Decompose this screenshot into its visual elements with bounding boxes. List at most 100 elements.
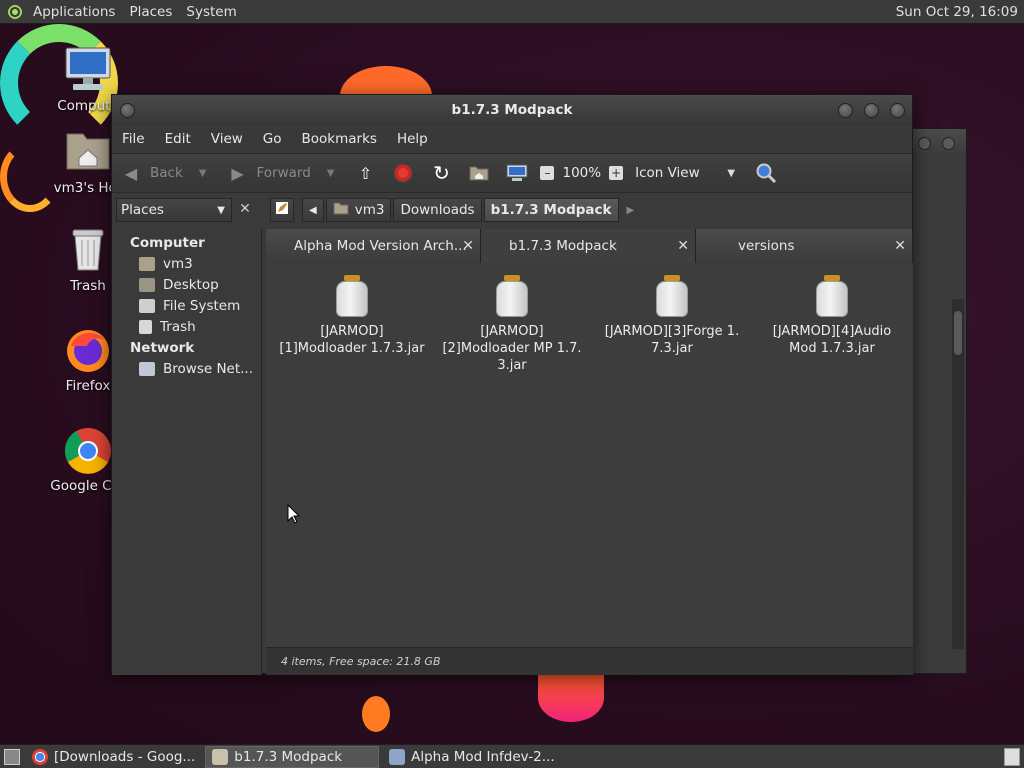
workspace-switcher[interactable] — [1004, 747, 1020, 766]
breadcrumb-downloads[interactable]: Downloads — [393, 198, 482, 222]
search-button[interactable] — [747, 154, 785, 192]
home-button[interactable] — [460, 154, 498, 192]
home-folder-icon — [63, 128, 113, 176]
toolbar: ◀ Back ▼ ▶ Forward ▼ ⇧ ↻ – 100% + Icon V… — [112, 153, 912, 193]
forward-button[interactable]: ▶ Forward ▼ — [218, 154, 346, 192]
jar-file-icon — [815, 275, 849, 317]
menu-file[interactable]: File — [112, 131, 155, 147]
file-view[interactable]: [JARMOD] [1]Modloader 1.7.3.jar [JARMOD]… — [266, 263, 913, 647]
window-menu-button[interactable] — [120, 103, 135, 118]
taskbar-item-file-manager[interactable]: b1.7.3 Modpack — [205, 745, 380, 768]
close-tab-button[interactable]: ✕ — [462, 238, 474, 254]
search-icon — [755, 162, 777, 184]
home-folder-icon — [468, 162, 490, 184]
trash-icon — [139, 320, 152, 334]
tab-versions[interactable]: versions ✕ — [696, 229, 913, 263]
tab-alpha-mod[interactable]: Alpha Mod Version Arch... ✕ — [266, 229, 481, 263]
jar-file-icon — [655, 275, 689, 317]
background-window[interactable] — [905, 128, 967, 674]
zoom-in-button[interactable]: + — [605, 154, 627, 192]
drive-icon — [139, 299, 155, 313]
jar-file-icon — [335, 275, 369, 317]
maximize-button[interactable] — [864, 103, 879, 118]
computer-icon — [63, 46, 113, 94]
back-button[interactable]: ◀ Back ▼ — [112, 154, 218, 192]
view-mode-select[interactable]: Icon View ▼ — [627, 154, 747, 192]
sidebar-type-select[interactable]: Places ▼ — [116, 198, 232, 222]
home-folder-icon — [333, 202, 349, 219]
menu-help[interactable]: Help — [387, 131, 438, 147]
wallpaper-shape — [362, 696, 390, 732]
reload-icon: ↻ — [433, 161, 450, 185]
file-item[interactable]: [JARMOD][4]Audio Mod 1.7.3.jar — [757, 267, 907, 357]
status-bar: 4 items, Free space: 21.8 GB — [266, 647, 913, 675]
stop-button[interactable] — [384, 154, 422, 192]
breadcrumb-scroll-left-button[interactable]: ◀ — [302, 198, 324, 222]
breadcrumb-vm3[interactable]: vm3 — [325, 198, 392, 222]
up-arrow-icon: ⇧ — [358, 163, 373, 183]
breadcrumb-scroll-right-button[interactable]: ▶ — [621, 198, 641, 222]
trash-icon — [63, 226, 113, 274]
file-manager-icon — [389, 748, 406, 765]
menu-edit[interactable]: Edit — [155, 131, 201, 147]
sidebar-item-browse-network[interactable]: Browse Net... — [112, 359, 261, 380]
back-history-chevron-icon[interactable]: ▼ — [199, 168, 207, 179]
mouse-cursor-icon — [287, 503, 301, 528]
forward-arrow-icon: ▶ — [231, 163, 244, 183]
applications-logo-icon[interactable] — [6, 2, 24, 21]
folder-icon — [212, 748, 229, 765]
zoom-out-button[interactable]: – — [536, 154, 558, 192]
back-arrow-icon: ◀ — [124, 163, 138, 183]
jar-file-icon — [495, 275, 529, 317]
applications-menu[interactable]: Applications — [26, 4, 122, 20]
forward-history-chevron-icon[interactable]: ▼ — [327, 168, 335, 179]
chevron-down-icon: ▼ — [727, 167, 736, 179]
menu-bookmarks[interactable]: Bookmarks — [292, 131, 387, 147]
desktop-folder-icon — [139, 278, 155, 292]
places-menu[interactable]: Places — [122, 4, 179, 20]
chevron-right-icon: ▶ — [626, 204, 635, 216]
background-window-scrollbar[interactable] — [952, 299, 964, 649]
sidebar-item-desktop[interactable]: Desktop — [112, 275, 261, 296]
zoom-level[interactable]: 100% — [558, 165, 605, 181]
sidebar-heading-network: Network — [130, 340, 195, 356]
window-titlebar[interactable]: b1.7.3 Modpack — [112, 95, 912, 125]
taskbar-item-chrome[interactable]: [Downloads - Goog... — [26, 746, 201, 768]
tab-b1-7-3-modpack[interactable]: b1.7.3 Modpack ✕ — [481, 229, 696, 263]
breadcrumb: ◀ vm3 Downloads b1.7.3 Modpack ▶ — [270, 198, 642, 222]
system-menu[interactable]: System — [179, 4, 243, 20]
clock[interactable]: Sun Oct 29, 16:09 — [896, 4, 1024, 20]
breadcrumb-current[interactable]: b1.7.3 Modpack — [483, 198, 619, 222]
sidebar-item-vm3[interactable]: vm3 — [112, 254, 261, 275]
reload-button[interactable]: ↻ — [422, 154, 460, 192]
computer-button[interactable] — [498, 154, 536, 192]
file-item[interactable]: [JARMOD] [1]Modloader 1.7.3.jar — [277, 267, 427, 357]
top-panel: Applications Places System Sun Oct 29, 1… — [0, 0, 1024, 24]
background-window-titlebar[interactable] — [906, 129, 966, 157]
minimize-button[interactable] — [838, 103, 853, 118]
taskbar-item-alpha-mod[interactable]: Alpha Mod Infdev-2... — [383, 746, 561, 768]
close-sidebar-button[interactable]: ✕ — [236, 200, 254, 218]
chrome-icon — [63, 426, 113, 474]
chevron-left-icon: ◀ — [309, 204, 317, 216]
places-sidebar: Computer vm3 Desktop File System Trash N… — [112, 229, 262, 675]
sidebar-item-file-system[interactable]: File System — [112, 296, 261, 317]
edit-icon — [275, 201, 289, 219]
up-button[interactable]: ⇧ — [346, 154, 384, 192]
chrome-icon — [32, 748, 48, 765]
close-tab-button[interactable]: ✕ — [894, 238, 906, 254]
zoom-out-icon: – — [540, 166, 555, 180]
home-folder-icon — [139, 257, 155, 271]
menu-view[interactable]: View — [201, 131, 253, 147]
file-manager-window: b1.7.3 Modpack File Edit View Go Bookmar… — [111, 94, 913, 675]
file-item[interactable]: [JARMOD] [2]Modloader MP 1.7. 3.jar — [437, 267, 587, 374]
firefox-icon — [63, 326, 113, 374]
close-window-button[interactable] — [890, 103, 905, 118]
close-tab-button[interactable]: ✕ — [677, 238, 689, 254]
toggle-location-entry-button[interactable] — [270, 198, 294, 222]
file-item[interactable]: [JARMOD][3]Forge 1. 7.3.jar — [597, 267, 747, 357]
sidebar-item-trash[interactable]: Trash — [112, 317, 261, 338]
menu-go[interactable]: Go — [253, 131, 292, 147]
chevron-down-icon: ▼ — [217, 204, 225, 216]
show-desktop-button[interactable] — [4, 748, 20, 765]
